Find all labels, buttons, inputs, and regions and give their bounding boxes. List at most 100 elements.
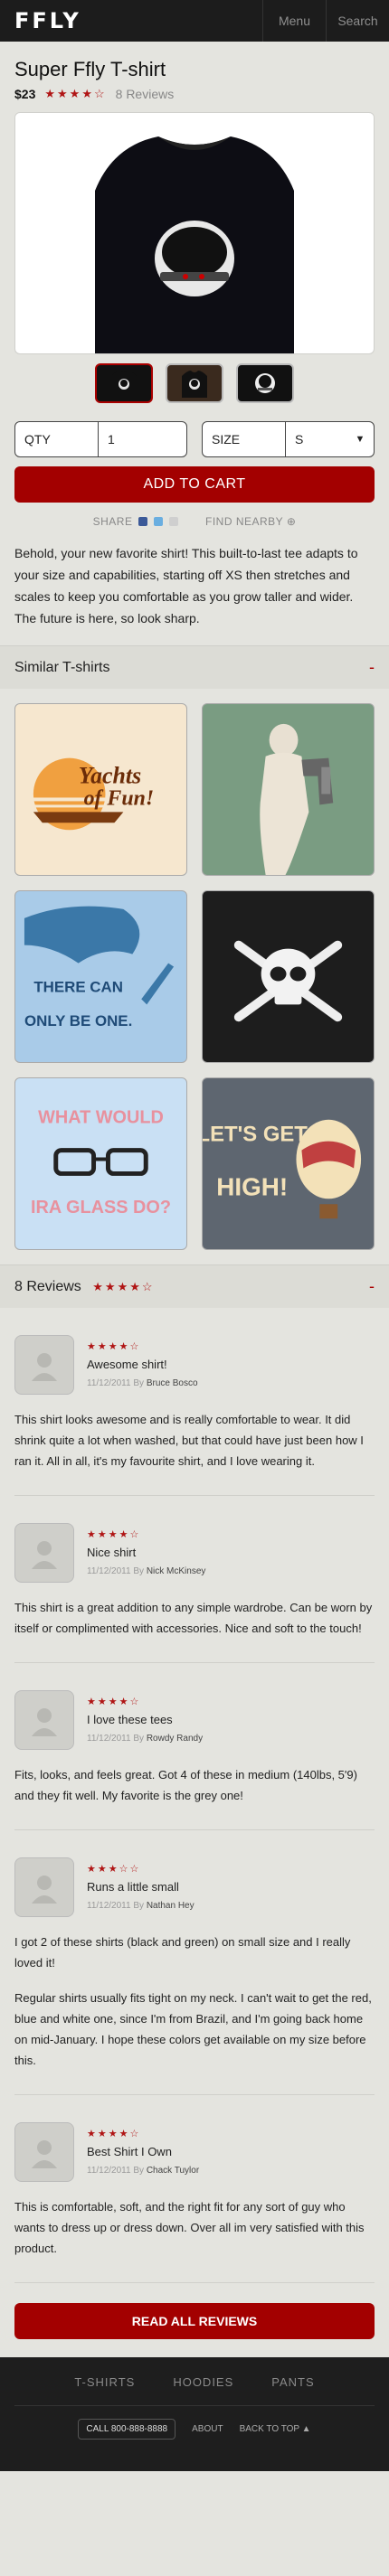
size-value[interactable]: S (286, 422, 346, 456)
search-button[interactable]: Search (326, 0, 389, 42)
back-to-top-link[interactable]: BACK TO TOP ▲ (240, 2424, 311, 2434)
by-label: By (133, 1566, 145, 1576)
yachts-text-1: Yachts (79, 763, 141, 789)
price: $23 (14, 87, 36, 101)
review-text: This is comfortable, soft, and the right… (14, 2200, 365, 2255)
collapse-icon[interactable]: - (369, 658, 375, 677)
qty-input[interactable]: 1 (99, 422, 186, 456)
similar-tile-ira-glass[interactable]: WHAT WOULD IRA GLASS DO? (14, 1077, 187, 1250)
review-date: 11/12/2011 (87, 2166, 131, 2176)
thumbnail-3[interactable] (236, 363, 294, 403)
similar-tile-yachts[interactable]: Yachts of Fun! (14, 703, 187, 876)
avatar-placeholder-icon (14, 1690, 74, 1750)
options-row: QTY 1 SIZE S ▼ (14, 421, 375, 457)
review-author: Rowdy Randy (146, 1734, 204, 1744)
footer-bottom: CALL 800-888-8888 ABOUT BACK TO TOP ▲ (0, 2419, 389, 2440)
avatar-placeholder-icon (14, 1857, 74, 1917)
reviews-heading: 8 Reviews (14, 1278, 81, 1294)
review-title: Runs a little small (87, 1880, 179, 1894)
similar-grid: Yachts of Fun! THERE CAN ONLY BE ONE. WH… (0, 689, 389, 1264)
quantity-field[interactable]: QTY 1 (14, 421, 187, 457)
review-byline: 11/12/2011 By Rowdy Randy (87, 1734, 203, 1744)
reviews-stars: ★★★★☆ (92, 1279, 155, 1293)
collapse-icon[interactable]: - (369, 1277, 375, 1296)
avatar-placeholder-icon (14, 1523, 74, 1583)
rating-stars: ★★★★☆ (44, 87, 107, 100)
review-byline: 11/12/2011 By Chack Tuylor (87, 2166, 199, 2176)
footer-link-tshirts[interactable]: T-SHIRTS (74, 2375, 135, 2389)
review-author: Chack Tuylor (146, 2166, 200, 2176)
footer-link-pants[interactable]: PANTS (271, 2375, 314, 2389)
by-label: By (133, 1734, 145, 1744)
product-image[interactable] (14, 112, 375, 354)
review-text: Fits, looks, and feels great. Got 4 of t… (14, 1768, 357, 1802)
review-text-2: Regular shirts usually fits tight on my … (14, 1991, 372, 2067)
facebook-icon[interactable] (138, 517, 148, 526)
review-text: This shirt looks awesome and is really c… (14, 1413, 364, 1468)
review-title: Best Shirt I Own (87, 2145, 172, 2158)
add-to-cart-button[interactable]: ADD TO CART (14, 466, 375, 503)
review-count-link[interactable]: 8 Reviews (116, 87, 175, 101)
review-title: I love these tees (87, 1713, 173, 1726)
share-row: SHARE FIND NEARBY ⊕ (14, 515, 375, 528)
qty-label: QTY (15, 422, 99, 456)
thumbnail-2[interactable] (166, 363, 223, 403)
review-date: 11/12/2011 (87, 1378, 131, 1388)
footer-divider (14, 2405, 375, 2406)
about-link[interactable]: ABOUT (192, 2424, 223, 2434)
review-item: ★★★★☆ I love these tees 11/12/2011 By Ro… (14, 1663, 375, 1830)
review-byline: 11/12/2011 By Bruce Bosco (87, 1378, 198, 1388)
logo[interactable]: FFLY (0, 0, 262, 42)
find-nearby-link[interactable]: FIND NEARBY ⊕ (205, 515, 296, 528)
review-stars: ★★★☆☆ (87, 1864, 141, 1875)
price-row: $23 ★★★★☆ 8 Reviews (14, 87, 375, 101)
thumbnail-1[interactable] (95, 363, 153, 403)
product-title: Super Ffly T-shirt (14, 58, 166, 80)
review-date: 11/12/2011 (87, 1734, 131, 1744)
review-item: ★★★★☆ Nice shirt 11/12/2011 By Nick McKi… (14, 1496, 375, 1663)
tile-text-1: THERE CAN (33, 978, 123, 995)
size-label: SIZE (203, 422, 286, 456)
reviews-header[interactable]: 8 Reviews ★★★★☆ - (0, 1264, 389, 1308)
thumbnail-strip (14, 363, 375, 403)
review-date: 11/12/2011 (87, 1566, 131, 1576)
product-section: Super Ffly T-shirt $23 ★★★★☆ 8 Reviews Q… (0, 42, 389, 645)
similar-tile-lets-get-high[interactable]: LET'S GET HIGH! (202, 1077, 375, 1250)
product-description: Behold, your new favorite shirt! This bu… (14, 546, 358, 625)
location-icon: ⊕ (286, 515, 297, 528)
review-title: Awesome shirt! (87, 1358, 167, 1371)
email-icon[interactable] (169, 517, 178, 526)
yachts-text-2: of Fun! (84, 786, 155, 810)
ira-text-2: IRA GLASS DO? (31, 1198, 171, 1217)
share-group: SHARE (93, 515, 178, 528)
call-button[interactable]: CALL 800-888-8888 (78, 2419, 176, 2440)
similar-tile-skull[interactable] (202, 890, 375, 1063)
read-all-reviews-button[interactable]: READ ALL REVIEWS (14, 2303, 375, 2339)
find-nearby-label: FIND NEARBY (205, 515, 283, 528)
menu-button[interactable]: Menu (262, 0, 326, 42)
reviews-heading-group: 8 Reviews ★★★★☆ (14, 1279, 155, 1295)
by-label: By (133, 1901, 145, 1911)
review-item: ★★★☆☆ Runs a little small 11/12/2011 By … (14, 1830, 375, 2095)
similar-tile-there-can-only-be-one[interactable]: THERE CAN ONLY BE ONE. (14, 890, 187, 1063)
review-byline: 11/12/2011 By Nathan Hey (87, 1901, 194, 1911)
by-label: By (133, 1378, 145, 1388)
high-text-1: LET'S GET (203, 1123, 308, 1147)
review-text: This shirt is a great addition to any si… (14, 1601, 373, 1635)
footer-link-hoodies[interactable]: HOODIES (173, 2375, 233, 2389)
review-byline: 11/12/2011 By Nick McKinsey (87, 1566, 205, 1576)
similar-tile-statue[interactable] (202, 703, 375, 876)
size-select[interactable]: SIZE S ▼ (202, 421, 375, 457)
review-stars: ★★★★☆ (87, 1697, 141, 1707)
tile-text-2: ONLY BE ONE. (24, 1012, 132, 1029)
similar-header[interactable]: Similar T-shirts - (0, 645, 389, 689)
review-item: ★★★★☆ Best Shirt I Own 11/12/2011 By Cha… (14, 2095, 375, 2283)
review-author: Bruce Bosco (146, 1378, 198, 1388)
review-text: I got 2 of these shirts (black and green… (14, 1935, 351, 1970)
review-stars: ★★★★☆ (87, 1529, 141, 1540)
ira-text-1: WHAT WOULD (38, 1108, 164, 1128)
review-stars: ★★★★☆ (87, 2129, 141, 2139)
chevron-down-icon[interactable]: ▼ (346, 422, 374, 456)
share-label: SHARE (92, 515, 133, 528)
twitter-icon[interactable] (154, 517, 164, 526)
